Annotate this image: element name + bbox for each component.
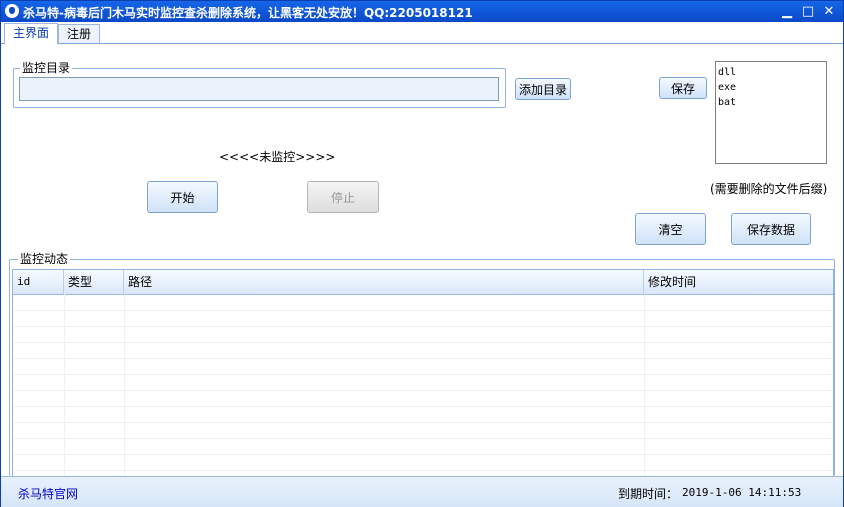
monitor-status-text: <<<<未监控>>>> — [219, 150, 336, 164]
main-window: 杀马特-病毒后门木马实时监控查杀删除系统，让黑客无处安放！QQ:22050181… — [0, 0, 844, 507]
save-extensions-button[interactable]: 保存 — [659, 77, 707, 99]
table-row — [13, 294, 833, 311]
tab-register[interactable]: 注册 — [58, 24, 101, 43]
table-row — [13, 342, 833, 359]
minimize-button[interactable]: ▁ — [777, 3, 797, 20]
table-row — [13, 310, 833, 327]
official-site-link[interactable]: 杀马特官网 — [18, 485, 78, 502]
activity-table[interactable]: id 类型 路径 修改时间 — [12, 269, 834, 477]
extension-hint: (需要删除的文件后缀) — [710, 182, 828, 196]
status-bar: 杀马特官网 到期时间： 2019-1-06 14:11:53 — [1, 476, 843, 507]
table-row — [13, 438, 833, 455]
table-row — [13, 326, 833, 343]
stop-button[interactable]: 停止 — [307, 181, 379, 213]
save-data-button[interactable]: 保存数据 — [731, 213, 811, 245]
expire-value: 2019-1-06 14:11:53 — [682, 486, 802, 499]
column-type[interactable]: 类型 — [64, 270, 124, 294]
table-header: id 类型 路径 修改时间 — [13, 270, 833, 295]
activity-label: 监控动态 — [18, 252, 71, 266]
tab-main[interactable]: 主界面 — [4, 23, 59, 44]
table-row — [13, 390, 833, 407]
column-path[interactable]: 路径 — [124, 270, 644, 294]
table-row — [13, 374, 833, 391]
expire-label: 到期时间： — [618, 487, 679, 501]
clear-button[interactable]: 清空 — [635, 213, 706, 245]
monitor-dir-label: 监控目录 — [20, 61, 73, 75]
table-row — [13, 358, 833, 375]
monitor-dir-group: 监控目录 — [13, 61, 506, 108]
table-row — [13, 454, 833, 471]
monitor-dir-input[interactable] — [19, 77, 499, 101]
app-shield-icon — [5, 4, 19, 18]
column-id[interactable]: id — [13, 270, 64, 294]
start-button[interactable]: 开始 — [147, 181, 218, 213]
list-item[interactable]: bat — [718, 95, 824, 110]
column-modified-time[interactable]: 修改时间 — [644, 270, 833, 294]
window-title: 杀马特-病毒后门木马实时监控查杀删除系统，让黑客无处安放！QQ:22050181… — [23, 6, 473, 20]
table-row — [13, 406, 833, 423]
add-directory-button[interactable]: 添加目录 — [515, 78, 571, 100]
title-bar[interactable]: 杀马特-病毒后门木马实时监控查杀删除系统，让黑客无处安放！QQ:22050181… — [1, 1, 843, 22]
list-item[interactable]: exe — [718, 80, 824, 95]
maximize-button[interactable]: □ — [798, 3, 818, 20]
table-row — [13, 422, 833, 439]
close-button[interactable]: ✕ — [819, 3, 839, 20]
tab-bar: 主界面 注册 — [1, 23, 843, 44]
list-item[interactable]: dll — [718, 65, 824, 80]
extension-list[interactable]: dll exe bat — [715, 61, 827, 164]
